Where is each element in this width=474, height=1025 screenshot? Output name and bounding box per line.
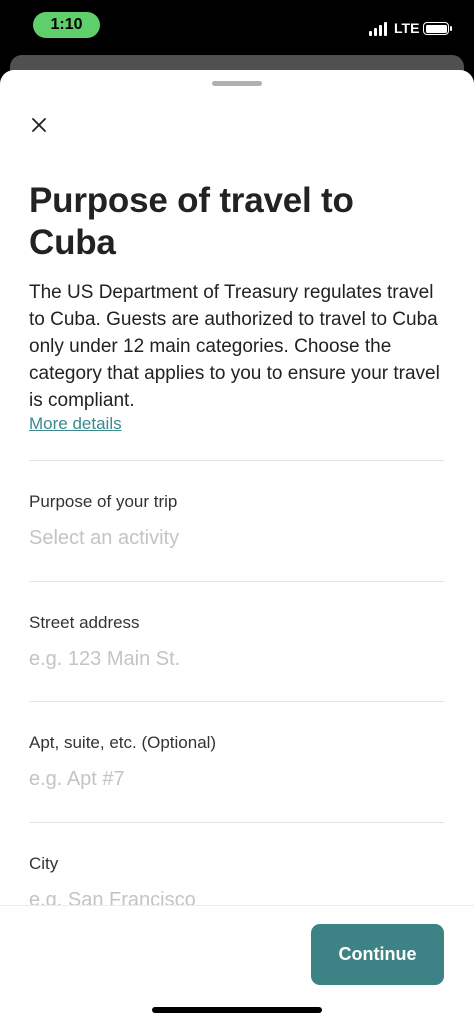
street-address-input[interactable] <box>29 644 444 674</box>
description-text: The US Department of Treasury regulates … <box>29 282 440 411</box>
close-icon <box>32 118 46 132</box>
purpose-label: Purpose of your trip <box>29 492 178 511</box>
city-label: City <box>29 854 59 873</box>
street-address-field: Street address <box>29 581 444 674</box>
modal-content: Purpose of travel to Cuba The US Departm… <box>29 180 444 434</box>
home-indicator[interactable] <box>152 1007 322 1013</box>
page-title: Purpose of travel to Cuba <box>29 181 354 262</box>
purpose-select[interactable] <box>29 523 444 553</box>
apt-input[interactable] <box>29 764 444 794</box>
city-field: City <box>29 822 444 915</box>
apt-field: Apt, suite, etc. (Optional) <box>29 701 444 794</box>
drag-handle[interactable] <box>212 81 262 86</box>
continue-button[interactable]: Continue <box>311 924 444 985</box>
apt-label: Apt, suite, etc. (Optional) <box>29 733 217 752</box>
travel-purpose-modal: Purpose of travel to Cuba The US Departm… <box>0 70 474 1025</box>
battery-icon <box>423 22 452 35</box>
status-time: 1:10 <box>33 12 100 38</box>
close-button[interactable] <box>26 112 52 138</box>
cellular-signal-icon <box>369 22 389 36</box>
purpose-field: Purpose of your trip <box>29 460 444 553</box>
status-bar: 1:10 LTE <box>0 0 474 56</box>
network-type-label: LTE <box>394 20 420 36</box>
street-address-label: Street address <box>29 613 140 632</box>
more-details-link[interactable]: More details <box>29 414 122 434</box>
